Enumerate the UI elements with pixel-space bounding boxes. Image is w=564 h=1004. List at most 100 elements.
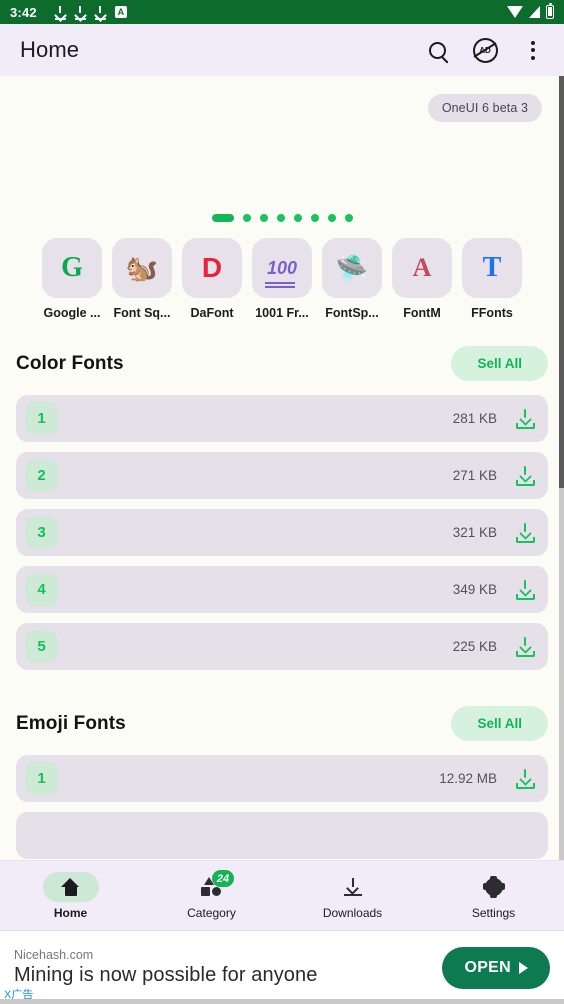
table-row[interactable]: 5 225 KB (16, 623, 548, 670)
shortcut-google-fonts[interactable]: G Google ... (42, 238, 102, 320)
file-size: 271 KB (452, 468, 497, 483)
table-row-partial[interactable] (16, 812, 548, 859)
carousel-page-indicator[interactable] (0, 214, 564, 222)
nav-item-downloads[interactable]: Downloads (282, 872, 423, 920)
status-bar-left: 3:42 A (10, 5, 127, 20)
search-icon (428, 41, 446, 59)
file-size: 349 KB (452, 582, 497, 597)
ad-source: Nicehash.com (14, 948, 94, 962)
scrollbar-thumb[interactable] (559, 76, 564, 488)
file-size: 281 KB (452, 411, 497, 426)
rank-badge: 4 (25, 573, 58, 606)
status-bar-clock: 3:42 (10, 4, 37, 20)
beta-chip-row: OneUI 6 beta 3 (0, 76, 564, 122)
app-bar-actions: AD (424, 37, 546, 63)
nav-label: Category (187, 905, 236, 920)
ad-banner[interactable]: Nicehash.com Mining is now possible for … (0, 930, 564, 1004)
download-icon (74, 5, 86, 20)
arrow-right-icon (519, 961, 528, 974)
nav-pill: 24 (184, 870, 240, 902)
carousel-dot[interactable] (344, 214, 353, 222)
table-row[interactable]: 1 12.92 MB (16, 755, 548, 802)
ad-open-button[interactable]: OPEN (442, 946, 550, 989)
wifi-icon (507, 6, 523, 18)
battery-icon (546, 3, 554, 19)
nav-item-home[interactable]: Home (0, 871, 141, 920)
fontspace-icon: 🛸 (322, 238, 382, 298)
beta-version-chip[interactable]: OneUI 6 beta 3 (427, 94, 542, 122)
rank-badge: 2 (25, 459, 58, 492)
category-icon: 24 (201, 870, 234, 896)
nav-pill-active (42, 871, 99, 902)
file-size: 321 KB (452, 525, 497, 540)
download-icon[interactable] (515, 522, 536, 543)
file-size: 225 KB (452, 639, 497, 654)
shortcut-label: FontM (403, 306, 441, 320)
home-icon (61, 877, 80, 896)
download-icon[interactable] (515, 579, 536, 600)
nav-label: Settings (471, 905, 516, 920)
section-title: Emoji Fonts (16, 712, 126, 734)
sell-all-button-color-fonts[interactable]: Sell All (451, 346, 548, 381)
section-title: Color Fonts (16, 352, 124, 374)
overflow-menu-button[interactable] (520, 37, 546, 63)
app-screen: 3:42 A Home AD OneUI 6 beta 3 G Google .… (0, 0, 564, 1004)
shortcut-font-squirrel[interactable]: 🐿️ Font Sq... (112, 238, 172, 320)
sell-all-button-emoji-fonts[interactable]: Sell All (451, 706, 548, 741)
shortcut-label: Google ... (43, 306, 101, 320)
ffonts-icon: T (462, 238, 522, 298)
rank-badge: 5 (25, 630, 58, 663)
rank-badge: 1 (25, 762, 58, 795)
carousel-dot[interactable] (293, 214, 302, 222)
gear-icon (482, 875, 505, 898)
font-source-shortcuts: G Google ... 🐿️ Font Sq... D DaFont 100 … (0, 238, 564, 320)
ad-block-icon: AD (472, 37, 498, 63)
section-header-emoji-fonts: Emoji Fonts Sell All (0, 680, 564, 755)
carousel-dot[interactable] (242, 214, 251, 222)
shortcut-fontspace[interactable]: 🛸 FontSp... (322, 238, 382, 320)
remove-ads-button[interactable]: AD (472, 37, 498, 63)
carousel-dot[interactable] (327, 214, 336, 222)
nav-pill (466, 872, 522, 902)
1001-fonts-icon: 100 (252, 238, 312, 298)
table-row[interactable]: 1 281 KB (16, 395, 548, 442)
font-squirrel-icon: 🐿️ (112, 238, 172, 298)
ad-headline: Mining is now possible for anyone (14, 964, 318, 986)
download-icon (54, 5, 66, 20)
shortcut-1001-fonts[interactable]: 100 1001 Fr... (252, 238, 312, 320)
carousel-dot[interactable] (310, 214, 319, 222)
shortcut-dafont[interactable]: D DaFont (182, 238, 242, 320)
download-icon[interactable] (515, 636, 536, 657)
rank-badge: 1 (25, 402, 58, 435)
table-row[interactable]: 2 271 KB (16, 452, 548, 499)
fontm-icon: A (392, 238, 452, 298)
shortcut-label: FontSp... (325, 306, 379, 320)
table-row[interactable]: 3 321 KB (16, 509, 548, 556)
nav-label: Downloads (322, 905, 383, 920)
status-bar-right (507, 3, 554, 19)
carousel-dot[interactable] (259, 214, 268, 222)
download-icon (94, 5, 106, 20)
category-badge: 24 (212, 870, 234, 887)
search-button[interactable] (424, 37, 450, 63)
download-icon (343, 877, 362, 896)
ad-text: Nicehash.com Mining is now possible for … (14, 948, 442, 987)
signal-icon (529, 6, 540, 18)
download-icon[interactable] (515, 768, 536, 789)
carousel-dot-active[interactable] (211, 214, 234, 222)
nav-item-settings[interactable]: Settings (423, 872, 564, 920)
shortcut-label: DaFont (190, 306, 234, 320)
carousel-dot[interactable] (276, 214, 285, 222)
nav-item-category[interactable]: 24 Category (141, 870, 282, 920)
shortcut-fontm[interactable]: A FontM (392, 238, 452, 320)
table-row[interactable]: 4 349 KB (16, 566, 548, 613)
status-bar: 3:42 A (0, 0, 564, 24)
page-title: Home (20, 37, 80, 62)
download-icon[interactable] (515, 465, 536, 486)
shortcut-ffonts[interactable]: T FFonts (462, 238, 522, 320)
file-size: 12.92 MB (439, 771, 497, 786)
download-icon[interactable] (515, 408, 536, 429)
shortcut-label: 1001 Fr... (255, 306, 309, 320)
google-fonts-icon: G (42, 238, 102, 298)
overflow-menu-icon (531, 40, 535, 60)
